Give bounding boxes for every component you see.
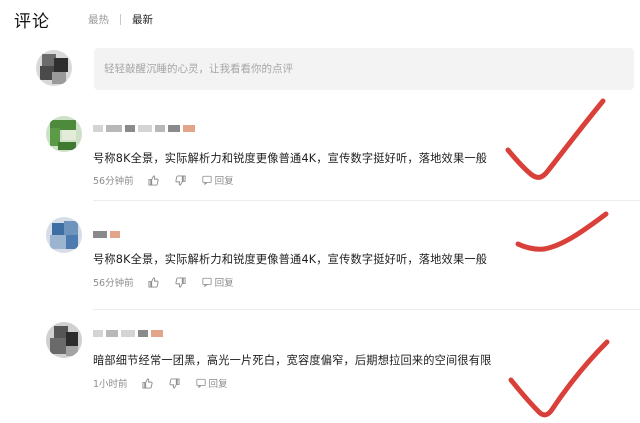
comments-header: 评论 最热 最新 xyxy=(14,6,153,32)
comment-text: 号称8K全景，实际解析力和锐度更像普通4K，宣传数字挺好听，落地效果一般 xyxy=(93,152,488,165)
tab-hot[interactable]: 最热 xyxy=(88,12,109,27)
reply-label: 回复 xyxy=(214,176,234,187)
comment-icon xyxy=(195,378,206,388)
avatar xyxy=(46,116,82,152)
thumbs-down-icon[interactable] xyxy=(168,377,180,389)
comment-meta: 1小时前 回复 xyxy=(93,376,228,390)
comment-input[interactable]: 轻轻敲醒沉睡的心灵，让我看看你的点评 xyxy=(94,48,634,90)
comment-text: 暗部细节经常一团黑，高光一片死白，宽容度偏窄，后期想拉回来的空间很有限 xyxy=(93,354,492,367)
username-blurred xyxy=(93,229,120,239)
comment-input-row: 轻轻敲醒沉睡的心灵，让我看看你的点评 xyxy=(36,44,634,94)
avatar xyxy=(46,322,82,358)
thumbs-down-icon[interactable] xyxy=(175,174,186,186)
reply-button[interactable]: 回复 xyxy=(202,173,234,187)
comment-time: 56分钟前 xyxy=(93,176,134,187)
checkmark-icon xyxy=(508,339,610,418)
comment-text: 号称8K全景，实际解析力和锐度更像普通4K，宣传数字挺好听，落地效果一般 xyxy=(93,253,488,266)
thumbs-down-icon[interactable] xyxy=(175,276,186,288)
tab-divider xyxy=(120,13,121,25)
thumbs-up-icon[interactable] xyxy=(148,174,159,186)
comment-meta: 56分钟前 回复 xyxy=(93,173,234,187)
divider xyxy=(93,309,640,310)
comment-meta: 56分钟前 回复 xyxy=(93,275,234,289)
reply-label: 回复 xyxy=(214,278,234,289)
reply-label: 回复 xyxy=(208,379,228,390)
comment-time: 1小时前 xyxy=(93,379,128,390)
tab-new[interactable]: 最新 xyxy=(132,12,153,27)
divider xyxy=(93,200,640,201)
reply-button[interactable]: 回复 xyxy=(202,275,234,289)
comment-icon xyxy=(202,175,212,185)
page-title: 评论 xyxy=(14,11,50,32)
username-blurred xyxy=(93,328,163,338)
my-avatar xyxy=(36,50,72,86)
username-blurred xyxy=(93,123,195,133)
sort-tabs: 最热 最新 xyxy=(88,12,153,27)
checkmark-icon xyxy=(505,98,606,180)
reply-button[interactable]: 回复 xyxy=(195,376,228,390)
thumbs-up-icon[interactable] xyxy=(148,276,159,288)
comment-time: 56分钟前 xyxy=(93,278,134,289)
checkmark-icon xyxy=(515,211,609,252)
comment-icon xyxy=(202,277,212,287)
avatar xyxy=(46,217,82,253)
thumbs-up-icon[interactable] xyxy=(142,377,153,389)
